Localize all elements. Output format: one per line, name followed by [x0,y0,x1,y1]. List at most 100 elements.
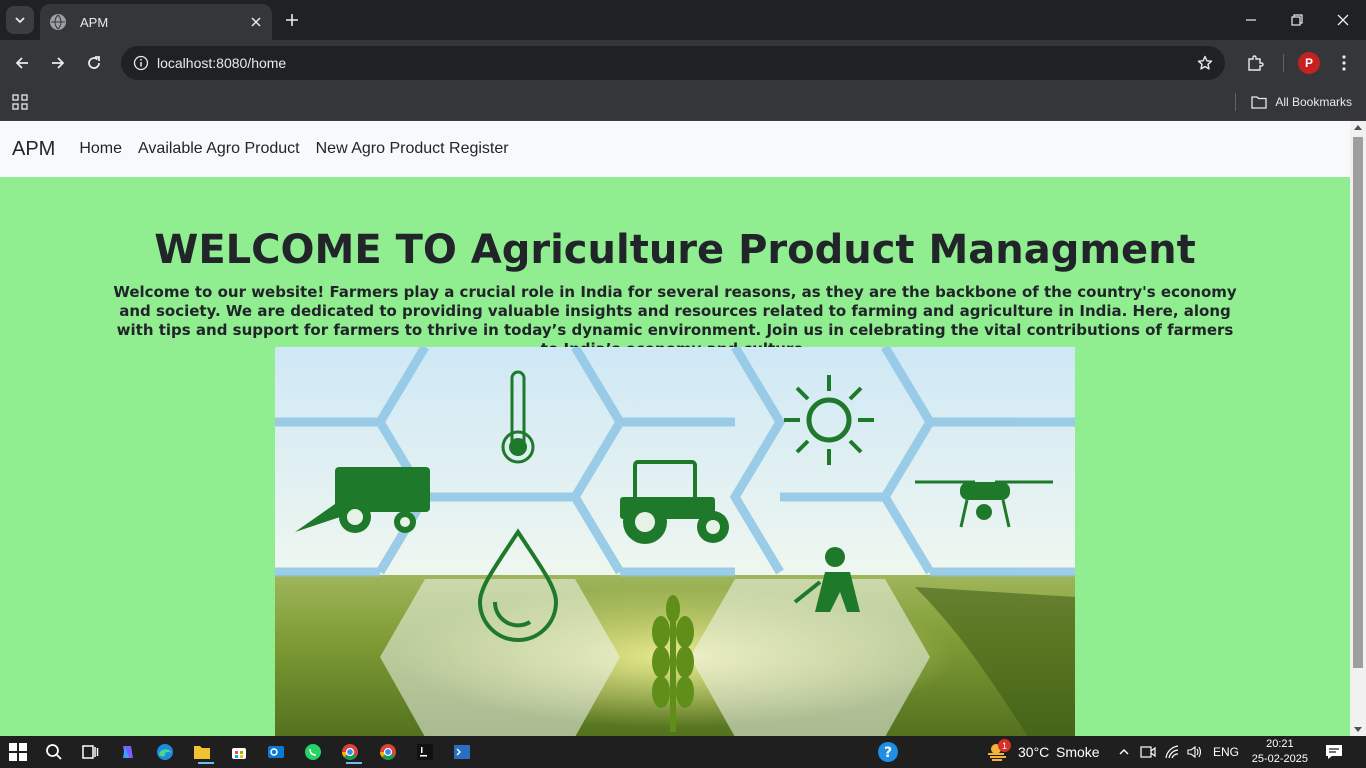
nav-link-available-products[interactable]: Available Agro Product [130,132,308,166]
copilot-icon [123,746,133,758]
page-title: WELCOME TO Agriculture Product Managment [154,227,1196,273]
url-path: :8080/home [212,55,287,71]
weather-condition[interactable]: Smoke [1056,744,1100,760]
nav-link-new-product-register[interactable]: New Agro Product Register [308,132,517,166]
outlook-icon [268,746,284,758]
chrome-app[interactable] [376,740,400,764]
site-brand[interactable]: APM [12,138,55,161]
outlook-app[interactable] [264,740,288,764]
extensions-button[interactable] [1241,49,1269,77]
notifications-button[interactable] [1322,740,1346,764]
new-tab-button[interactable] [280,8,304,32]
kebab-menu-icon [1342,55,1346,71]
intellij-app[interactable] [413,740,437,764]
help-app[interactable]: ? [876,740,900,764]
close-icon [1337,14,1349,26]
edge-icon [157,744,173,760]
restore-button[interactable] [1274,0,1320,40]
speaker-icon [1187,745,1202,759]
terminal-icon [454,745,470,759]
chevron-up-icon [1119,749,1129,755]
bookmark-star-button[interactable] [1195,53,1215,73]
system-clock[interactable]: 20:21 25-02-2025 [1252,737,1308,767]
folder-icon [194,746,210,759]
all-bookmarks-button[interactable]: All Bookmarks [1251,92,1352,112]
all-bookmarks-label: All Bookmarks [1275,95,1352,109]
clock-date: 25-02-2025 [1251,753,1308,765]
store-icon [232,748,246,759]
close-window-button[interactable] [1320,0,1366,40]
task-view-icon [82,745,99,759]
scroll-up-arrow-icon[interactable] [1354,125,1362,130]
url-host: localhost [157,55,213,71]
windows-logo-icon [9,743,27,761]
bookmarks-bar: All Bookmarks [0,86,1366,121]
tab-search-button[interactable] [6,6,34,34]
help-icon: ? [878,742,898,762]
windows-taskbar: ? 1 30°C Smoke ENG 20:21 25-02-2025 [0,736,1366,768]
chrome-icon [342,744,358,760]
minimize-icon [1246,19,1256,21]
bookmarks-divider [1235,93,1236,111]
site-navbar: APM Home Available Agro Product New Agro… [0,121,1350,177]
star-icon [1197,55,1213,70]
arrow-left-icon [15,57,28,69]
tab-strip: APM [0,0,1366,40]
tab-title: APM [80,14,109,30]
chevron-down-icon [15,17,25,24]
search-icon [46,744,62,760]
whatsapp-app[interactable] [301,740,325,764]
globe-icon [50,14,66,30]
profile-avatar[interactable]: P [1298,52,1320,74]
window-controls [1228,0,1366,40]
reload-icon [88,56,100,69]
toolbar-divider [1283,54,1284,72]
file-explorer-app[interactable] [190,740,214,764]
edge-app[interactable] [153,740,177,764]
search-button[interactable] [42,740,66,764]
active-tab[interactable]: APM [40,4,272,40]
close-icon [251,17,261,27]
store-app[interactable] [227,740,251,764]
svg-text:?: ? [884,745,892,761]
forward-button[interactable] [44,49,72,77]
toolbar-right: P [1241,49,1366,77]
intellij-icon [417,744,433,760]
apps-grid-icon [12,94,28,110]
notification-icon [1326,745,1342,759]
minimize-button[interactable] [1228,0,1274,40]
chrome-icon [380,744,396,760]
arrow-right-icon [52,57,65,69]
folder-icon [1251,96,1267,109]
nav-link-home[interactable]: Home [71,132,130,166]
page-scrollbar[interactable] [1350,121,1366,736]
clock-time: 20:21 [1266,738,1294,750]
apps-grid-button[interactable] [10,92,30,112]
active-app-indicator [198,762,214,764]
scroll-thumb[interactable] [1353,137,1363,668]
show-hidden-icons-button[interactable] [1112,740,1136,764]
plus-icon [286,14,298,26]
copilot-app[interactable] [116,740,140,764]
chrome-app-active[interactable] [338,740,362,764]
reload-button[interactable] [80,49,108,77]
close-tab-button[interactable] [246,12,266,32]
wifi-icon [1165,745,1179,759]
terminal-app[interactable] [450,740,474,764]
back-button[interactable] [8,49,36,77]
puzzle-icon [1248,55,1264,71]
network-button[interactable] [1160,740,1184,764]
agriculture-hero-image [275,347,1075,736]
scroll-down-arrow-icon[interactable] [1354,727,1362,732]
site-info-icon[interactable] [131,53,151,73]
whatsapp-icon [305,744,321,760]
start-button[interactable] [6,740,30,764]
browser-menu-button[interactable] [1330,49,1358,77]
input-language[interactable]: ENG [1213,745,1239,759]
volume-button[interactable] [1183,740,1207,764]
weather-temp[interactable]: 30°C [1018,744,1049,760]
task-view-button[interactable] [78,740,102,764]
browser-toolbar: localhost:8080/home P [0,40,1366,86]
address-bar[interactable]: localhost:8080/home [121,46,1225,80]
meet-now-button[interactable] [1136,740,1160,764]
